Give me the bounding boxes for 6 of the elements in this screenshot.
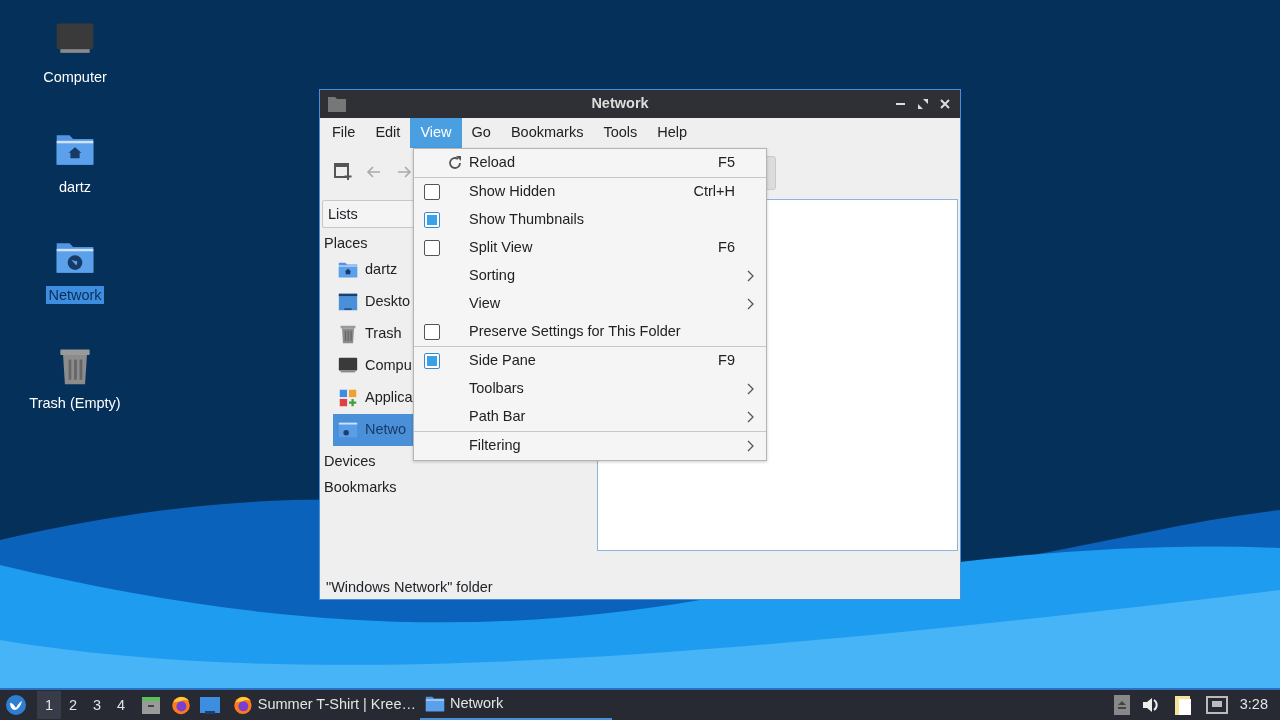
shortcut-text: Ctrl+H — [693, 182, 735, 202]
shortcut-text: F6 — [718, 238, 735, 258]
shortcut-text: F9 — [718, 351, 735, 371]
window-title: Network — [590, 94, 650, 114]
shortcut-text: F5 — [718, 153, 735, 173]
status-text: "Windows Network" folder — [325, 578, 494, 597]
